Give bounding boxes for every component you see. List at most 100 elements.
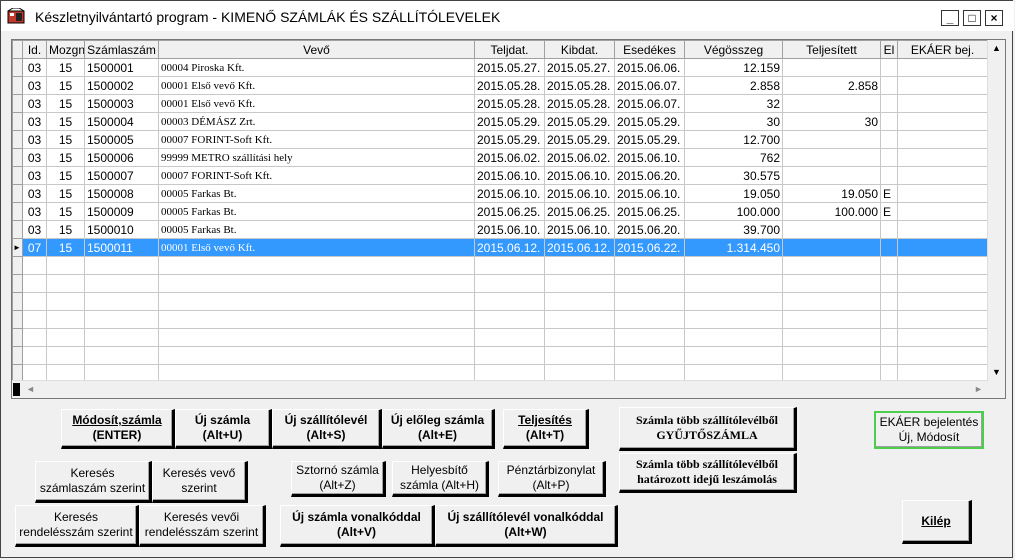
cell-kibdat[interactable]: 2015.05.27. bbox=[544, 58, 615, 77]
cell-id[interactable] bbox=[22, 274, 47, 293]
cell-esedekes[interactable]: 2015.06.07. bbox=[614, 94, 685, 113]
empty-table-row[interactable] bbox=[12, 346, 988, 365]
cell-kibdat[interactable]: 2015.06.10. bbox=[544, 220, 615, 239]
cell-szamlaszam[interactable] bbox=[84, 256, 159, 275]
cell-kibdat[interactable]: 2015.05.29. bbox=[544, 130, 615, 149]
cell-vevo[interactable]: 00005 Farkas Bt. bbox=[158, 184, 475, 203]
cell-mozgn[interactable] bbox=[46, 310, 85, 329]
cell-ekaer[interactable] bbox=[897, 238, 988, 257]
cell-esedekes[interactable]: 2015.06.10. bbox=[614, 148, 685, 167]
cell-teljesitett[interactable] bbox=[782, 310, 881, 329]
cell-szamlaszam[interactable]: 1500005 bbox=[84, 130, 159, 149]
cell-teljdat[interactable] bbox=[474, 310, 545, 329]
cell-teljesitett[interactable] bbox=[782, 220, 881, 239]
cell-el[interactable] bbox=[880, 112, 898, 131]
cell-el[interactable] bbox=[880, 130, 898, 149]
column-header-szamlaszam[interactable]: Számlaszám bbox=[84, 40, 159, 59]
cell-szamlaszam[interactable] bbox=[84, 310, 159, 329]
row-pointer-icon[interactable]: ► bbox=[12, 238, 23, 257]
cell-el[interactable] bbox=[880, 274, 898, 293]
scroll-left-icon[interactable]: ◄ bbox=[22, 381, 39, 398]
cell-szamlaszam[interactable]: 1500002 bbox=[84, 76, 159, 95]
cell-teljesitett[interactable] bbox=[782, 148, 881, 167]
empty-table-row[interactable] bbox=[12, 274, 988, 293]
cell-szamlaszam[interactable]: 1500001 bbox=[84, 58, 159, 77]
cell-szamlaszam[interactable]: 1500007 bbox=[84, 166, 159, 185]
new-delivery-note-barcode-button[interactable]: Új szállítólevél vonalkóddal (Alt+W) bbox=[435, 505, 618, 547]
search-by-customer-order-button[interactable]: Keresés vevői rendelésszám szerint bbox=[139, 505, 266, 547]
cell-kibdat[interactable]: 2015.06.10. bbox=[544, 166, 615, 185]
table-row[interactable]: 03 15 1500004 00003 DÉMÁSZ Zrt. 2015.05.29. 2… bbox=[12, 112, 988, 131]
cell-el[interactable] bbox=[880, 58, 898, 77]
cell-szamlaszam[interactable]: 1500010 bbox=[84, 220, 159, 239]
cell-teljdat[interactable] bbox=[474, 346, 545, 365]
cell-esedekes[interactable]: 2015.06.10. bbox=[614, 184, 685, 203]
cell-kibdat[interactable]: 2015.06.10. bbox=[544, 184, 615, 203]
cell-teljdat[interactable]: 2015.05.28. bbox=[474, 76, 545, 95]
cell-id[interactable]: 03 bbox=[22, 202, 47, 221]
cell-mozgn[interactable]: 15 bbox=[46, 238, 85, 257]
cell-szamlaszam[interactable] bbox=[84, 292, 159, 311]
cell-id[interactable] bbox=[22, 292, 47, 311]
cell-esedekes[interactable]: 2015.06.20. bbox=[614, 220, 685, 239]
cell-teljdat[interactable] bbox=[474, 256, 545, 275]
cell-vevo[interactable] bbox=[158, 256, 475, 275]
table-row[interactable]: 03 15 1500001 00004 Piroska Kft. 2015.05.27.… bbox=[12, 58, 988, 77]
cell-ekaer[interactable] bbox=[897, 130, 988, 149]
cell-kibdat[interactable] bbox=[544, 256, 615, 275]
cell-teljesitett[interactable] bbox=[782, 130, 881, 149]
cell-vegosszeg[interactable]: 30 bbox=[684, 112, 783, 131]
empty-table-row[interactable] bbox=[12, 292, 988, 311]
cell-teljdat[interactable]: 2015.06.25. bbox=[474, 202, 545, 221]
cell-mozgn[interactable]: 15 bbox=[46, 202, 85, 221]
cell-mozgn[interactable]: 15 bbox=[46, 220, 85, 239]
row-indicator[interactable] bbox=[12, 220, 23, 239]
row-indicator[interactable] bbox=[12, 184, 23, 203]
cell-vegosszeg[interactable]: 39.700 bbox=[684, 220, 783, 239]
cell-mozgn[interactable] bbox=[46, 256, 85, 275]
cell-vevo[interactable]: 00004 Piroska Kft. bbox=[158, 58, 475, 77]
row-indicator[interactable] bbox=[12, 166, 23, 185]
row-indicator[interactable] bbox=[12, 274, 23, 293]
cell-kibdat[interactable]: 2015.06.12. bbox=[544, 238, 615, 257]
cell-teljdat[interactable]: 2015.06.10. bbox=[474, 166, 545, 185]
cell-vevo[interactable] bbox=[158, 274, 475, 293]
cell-vevo[interactable]: 00001 Első vevő Kft. bbox=[158, 94, 475, 113]
cell-kibdat[interactable] bbox=[544, 292, 615, 311]
cell-teljesitett[interactable] bbox=[782, 238, 881, 257]
cell-esedekes[interactable] bbox=[614, 256, 685, 275]
cell-szamlaszam[interactable] bbox=[84, 274, 159, 293]
cash-receipt-button[interactable]: Pénztárbizonylat (Alt+P) bbox=[498, 461, 606, 497]
table-row[interactable]: 03 15 1500008 00005 Farkas Bt. 2015.06.10. 20… bbox=[12, 184, 988, 203]
cell-id[interactable] bbox=[22, 256, 47, 275]
correction-invoice-button[interactable]: Helyesbítő számla (Alt+H) bbox=[392, 461, 489, 497]
cell-ekaer[interactable] bbox=[897, 112, 988, 131]
exit-button[interactable]: Kilép bbox=[902, 500, 972, 544]
cell-vegosszeg[interactable]: 32 bbox=[684, 94, 783, 113]
cell-id[interactable]: 03 bbox=[22, 58, 47, 77]
cell-id[interactable]: 03 bbox=[22, 112, 47, 131]
empty-table-row[interactable] bbox=[12, 256, 988, 275]
column-header-id[interactable]: Id. bbox=[22, 40, 47, 59]
cell-teljdat[interactable]: 2015.05.27. bbox=[474, 58, 545, 77]
column-header-esedekes[interactable]: Esedékes bbox=[614, 40, 685, 59]
cell-ekaer[interactable] bbox=[897, 274, 988, 293]
cell-mozgn[interactable] bbox=[46, 274, 85, 293]
row-indicator[interactable] bbox=[12, 202, 23, 221]
cell-id[interactable]: 03 bbox=[22, 166, 47, 185]
row-indicator[interactable] bbox=[12, 76, 23, 95]
row-indicator[interactable] bbox=[12, 256, 23, 275]
cell-teljesitett[interactable] bbox=[782, 328, 881, 347]
cell-vegosszeg[interactable] bbox=[684, 346, 783, 365]
table-row[interactable]: 03 15 1500005 00007 FORINT-Soft Kft. 2015.05… bbox=[12, 130, 988, 149]
cell-el[interactable] bbox=[880, 328, 898, 347]
cell-mozgn[interactable] bbox=[46, 292, 85, 311]
cell-esedekes[interactable]: 2015.05.29. bbox=[614, 130, 685, 149]
ekaer-report-button[interactable]: EKÁER bejelentés Új, Módosít bbox=[874, 411, 984, 449]
cell-szamlaszam[interactable]: 1500004 bbox=[84, 112, 159, 131]
cell-ekaer[interactable] bbox=[897, 256, 988, 275]
cell-szamlaszam[interactable]: 1500003 bbox=[84, 94, 159, 113]
cell-teljdat[interactable] bbox=[474, 292, 545, 311]
cell-esedekes[interactable] bbox=[614, 274, 685, 293]
cell-vegosszeg[interactable] bbox=[684, 256, 783, 275]
